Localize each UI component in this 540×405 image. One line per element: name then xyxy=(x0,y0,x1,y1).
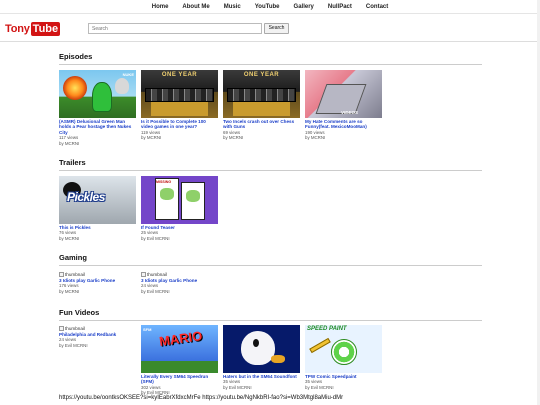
video-author: by Evil MCRNI xyxy=(59,342,88,348)
section-fun-videos: Fun Videos thumbnail Philadelphia and Re… xyxy=(59,308,482,395)
broken-image-icon xyxy=(141,271,146,277)
video-title[interactable]: Literally Every SM64 Speedrun (SFM) xyxy=(141,374,218,385)
video-card[interactable]: ONE YEAR Two Incels crash out over Chess… xyxy=(223,70,300,141)
nav-link-about-me[interactable]: About Me xyxy=(175,0,216,14)
header-divider xyxy=(0,41,540,42)
section-gaming: Gaming thumbnail 3 Idiots play Garlic Ph… xyxy=(59,253,482,294)
nav-link-nullpact[interactable]: NullPact xyxy=(321,0,359,14)
video-title[interactable]: Is it Possible to Complete 100 video gam… xyxy=(141,119,218,130)
nav-link-home[interactable]: Home xyxy=(145,0,176,14)
ramp-thumbnail[interactable]: VIDEOS xyxy=(305,70,382,118)
broken-image-icon xyxy=(59,271,64,277)
nav-link-music[interactable]: Music xyxy=(217,0,248,14)
video-card[interactable]: Haters but in the SM64 Soundfont 35 view… xyxy=(223,325,300,390)
top-nav: Home About Me Music YouTube Gallery Null… xyxy=(0,0,540,14)
nav-link-gallery[interactable]: Gallery xyxy=(287,0,321,14)
search-input[interactable] xyxy=(88,23,262,34)
missing-poster-thumbnail[interactable]: MISSING xyxy=(141,176,218,224)
section-heading-fun-videos: Fun Videos xyxy=(59,308,100,317)
boo-thumbnail[interactable] xyxy=(223,325,300,373)
video-author: by MCRNI xyxy=(141,135,162,141)
video-author: by Evil MCRNI xyxy=(223,384,252,390)
broken-thumbnail[interactable]: thumbnail xyxy=(141,271,218,277)
footer-urls: https://youtu.be/oontksOKSEE?si=kyIEabrX… xyxy=(59,395,344,401)
video-author: by Evil MCRNI xyxy=(141,235,170,241)
section-divider xyxy=(59,265,482,266)
video-title[interactable]: Two Incels crash out over Chess with Gun… xyxy=(223,119,300,130)
games-thumbnail[interactable]: ONE YEAR xyxy=(223,70,300,118)
section-heading-trailers: Trailers xyxy=(59,158,86,167)
logo-text-tony: Tony xyxy=(5,22,30,35)
broken-thumbnail[interactable]: thumbnail xyxy=(59,325,136,331)
nav-link-youtube[interactable]: YouTube xyxy=(248,0,287,14)
broken-image-icon xyxy=(59,325,64,331)
video-author: by Evil MCRNI xyxy=(305,384,334,390)
speedpaint-thumbnail[interactable]: SPEED PAINT xyxy=(305,325,382,373)
video-author: by MCRNI xyxy=(59,235,80,241)
section-divider xyxy=(59,170,482,171)
search-button[interactable]: Search xyxy=(264,23,289,34)
video-card[interactable]: SPEED PAINT TPW Comic Speedpaint 35 view… xyxy=(305,325,382,390)
green-man-thumbnail[interactable]: NUKE xyxy=(59,70,136,118)
video-card[interactable]: Pickles This is Pickles 76 views by MCRN… xyxy=(59,176,136,241)
video-card[interactable]: thumbnail 3 Idiots play Garlic Phone 176… xyxy=(59,271,136,294)
section-divider xyxy=(59,320,482,321)
video-author: by MCRNI xyxy=(223,135,244,141)
video-author: by MCRNI xyxy=(305,135,326,141)
section-divider xyxy=(59,64,482,65)
section-episodes: Episodes NUKE (ASMR) Delusional Green Ma… xyxy=(59,52,482,146)
site-logo[interactable]: Tony Tube xyxy=(5,21,61,36)
pickles-thumbnail[interactable]: Pickles xyxy=(59,176,136,224)
video-card[interactable]: SFM MARIO Literally Every SM64 Speedrun (… xyxy=(141,325,218,396)
video-title[interactable]: (ASMR) Delusional Green Man holds a Pear… xyxy=(59,119,136,135)
section-heading-episodes: Episodes xyxy=(59,52,93,61)
video-card[interactable]: VIDEOS My Hate Comments are so Funny(fea… xyxy=(305,70,382,141)
mario-thumbnail[interactable]: SFM MARIO xyxy=(141,325,218,373)
video-author: by Evil MCRNI xyxy=(141,288,170,294)
video-author: by MCRNI xyxy=(59,288,80,294)
games-thumbnail[interactable]: ONE YEAR xyxy=(141,70,218,118)
video-card[interactable]: thumbnail Philadelphia and Redbank 24 vi… xyxy=(59,325,136,348)
logo-text-tube: Tube xyxy=(30,21,61,36)
video-card[interactable]: thumbnail 3 Idiots play Garlic Phone 24 … xyxy=(141,271,218,294)
broken-thumbnail[interactable]: thumbnail xyxy=(59,271,136,277)
video-title[interactable]: My Hate Comments are so Funny(feat. Mexi… xyxy=(305,119,382,130)
section-trailers: Trailers Pickles This is Pickles 76 view… xyxy=(59,158,482,241)
video-card[interactable]: NUKE (ASMR) Delusional Green Man holds a… xyxy=(59,70,136,146)
video-card[interactable]: MISSING If Found Teaser 25 views by Evil… xyxy=(141,176,218,241)
video-author: by MCRNI xyxy=(59,140,80,146)
section-heading-gaming: Gaming xyxy=(59,253,87,262)
nav-link-contact[interactable]: Contact xyxy=(359,0,395,14)
video-card[interactable]: ONE YEAR Is it Possible to Complete 100 … xyxy=(141,70,218,141)
